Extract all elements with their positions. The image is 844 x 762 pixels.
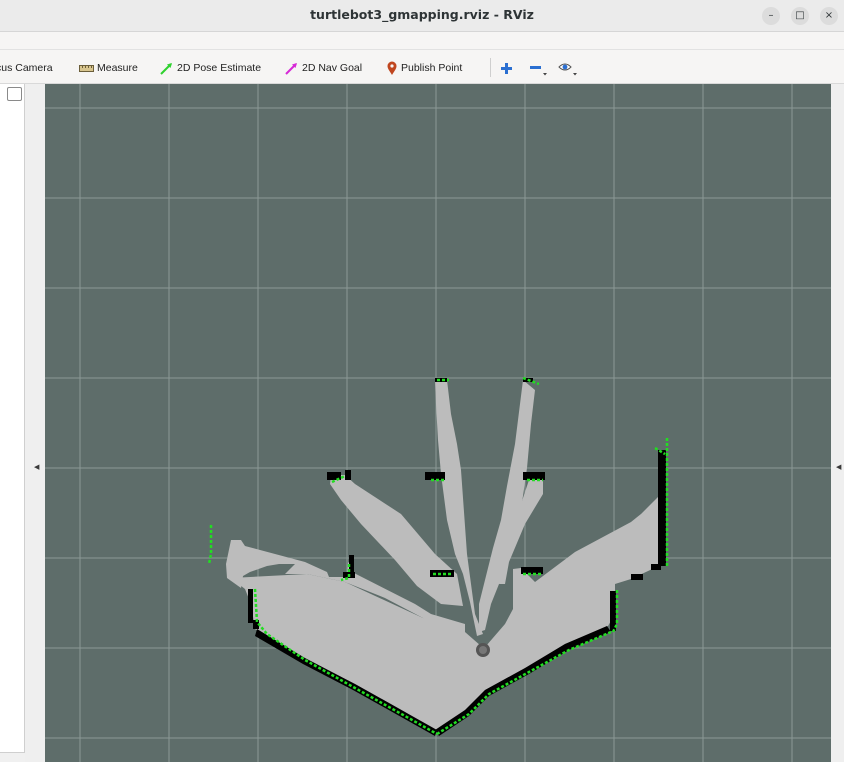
robot-marker (476, 643, 490, 657)
collapse-right-arrow-icon[interactable]: ◀ (836, 463, 841, 471)
display-checkbox[interactable] (7, 87, 22, 101)
horizontal-scrollbar[interactable] (0, 752, 25, 762)
close-button[interactable]: × (820, 7, 838, 25)
displays-panel (0, 84, 25, 762)
view-options-tool[interactable] (558, 60, 581, 76)
occupancy-free-space (226, 380, 663, 732)
title-bar: turtlebot3_gmapping.rviz - RViz – □ × (0, 0, 844, 32)
map-pin-icon (387, 61, 397, 75)
nav-goal-label: 2D Nav Goal (302, 62, 363, 74)
eye-icon (558, 63, 577, 76)
green-arrow-icon (160, 62, 172, 75)
magenta-arrow-icon (285, 62, 297, 75)
measure-label: Measure (97, 62, 138, 74)
maximize-button[interactable]: □ (791, 7, 809, 25)
zoom-in-tool[interactable] (500, 60, 516, 76)
ruler-icon (79, 64, 94, 72)
focus-camera-label: cus Camera (0, 62, 53, 74)
minus-icon (530, 66, 547, 76)
toolbar-separator (490, 58, 491, 77)
render-viewport[interactable] (45, 84, 831, 762)
pose-estimate-label: 2D Pose Estimate (177, 62, 262, 74)
zoom-out-tool[interactable] (529, 60, 550, 76)
menu-bar (0, 32, 844, 50)
minimize-button[interactable]: – (762, 7, 780, 25)
right-splitter-handle[interactable]: ◀ (831, 84, 844, 762)
left-splitter-handle[interactable]: ◀ (25, 84, 45, 762)
tools-toolbar: cus Camera Measure 2D Pose Estimate 2D N… (0, 51, 844, 84)
focus-camera-tool[interactable]: cus Camera (0, 60, 53, 76)
map-canvas[interactable] (45, 84, 831, 762)
pose-estimate-tool[interactable]: 2D Pose Estimate (159, 60, 261, 76)
window-title: turtlebot3_gmapping.rviz - RViz (310, 7, 534, 22)
plus-icon (501, 62, 512, 74)
collapse-left-arrow-icon[interactable]: ◀ (34, 463, 39, 471)
measure-tool[interactable]: Measure (79, 60, 138, 76)
nav-goal-tool[interactable]: 2D Nav Goal (284, 60, 362, 76)
publish-point-tool[interactable]: Publish Point (386, 60, 462, 76)
publish-point-label: Publish Point (401, 62, 463, 74)
